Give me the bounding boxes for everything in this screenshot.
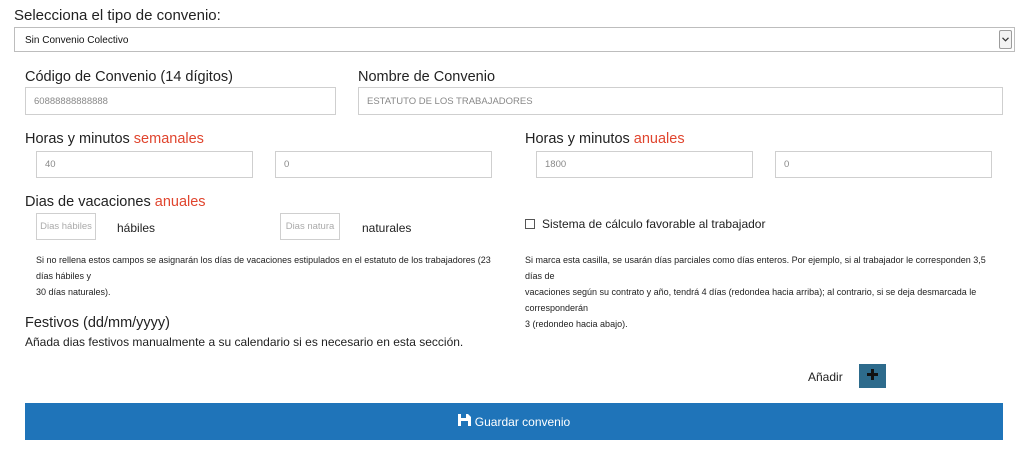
sistema-calculo-note-line-3: 3 (redondeo hacia abajo).	[525, 319, 628, 329]
chevron-down-icon[interactable]	[999, 30, 1012, 49]
horas-anuales-label: Horas y minutos anuales	[525, 131, 685, 147]
vacaciones-habiles-input[interactable]: Dias hábiles	[36, 213, 96, 240]
sistema-calculo-note: Si marca esta casilla, se usarán días pa…	[525, 252, 1005, 332]
plus-icon	[867, 367, 878, 385]
nombre-input[interactable]: ESTATUTO DE LOS TRABAJADORES	[358, 87, 1003, 115]
vacaciones-habiles-placeholder: Dias hábiles	[40, 221, 92, 232]
horas-anuales-label-prefix: Horas y minutos	[525, 131, 634, 147]
codigo-value: 60888888888888	[34, 95, 108, 107]
vacaciones-naturales-input[interactable]: Dias natura	[280, 213, 340, 240]
vacaciones-note: Si no rellena estos campos se asignarán …	[36, 252, 506, 300]
horas-anuales-hours-input[interactable]: 1800	[536, 151, 753, 178]
festivos-label: Festivos (dd/mm/yyyy)	[25, 315, 171, 331]
save-icon	[457, 414, 471, 429]
vacaciones-label: Dias de vacaciones anuales	[25, 194, 206, 210]
horas-anuales-minutes-value: 0	[784, 159, 790, 170]
vacaciones-naturales-placeholder: Dias natura	[285, 221, 335, 232]
save-convenio-button[interactable]: Guardar convenio	[25, 403, 1003, 440]
vacaciones-label-prefix: Dias de vacaciones	[25, 194, 155, 210]
horas-semanales-label-accent: semanales	[133, 131, 204, 147]
nombre-value: ESTATUTO DE LOS TRABAJADORES	[367, 95, 533, 107]
horas-semanales-minutes-value: 0	[284, 159, 290, 170]
horas-anuales-minutes-input[interactable]: 0	[775, 151, 992, 178]
vacaciones-naturales-label: naturales	[362, 221, 412, 235]
save-convenio-label: Guardar convenio	[474, 414, 571, 429]
codigo-label: Código de Convenio (14 dígitos)	[25, 69, 233, 85]
convenio-type-heading: Selecciona el tipo de convenio:	[14, 7, 221, 24]
sistema-calculo-checkbox[interactable]	[525, 219, 535, 229]
vacaciones-note-line-2: 30 días naturales).	[36, 287, 111, 297]
vacaciones-habiles-label: hábiles	[117, 221, 156, 235]
convenio-type-select[interactable]: Sin Convenio Colectivo	[14, 27, 1015, 52]
vacaciones-label-accent: anuales	[154, 194, 206, 210]
horas-semanales-minutes-input[interactable]: 0	[275, 151, 492, 178]
add-festivo-button[interactable]	[859, 364, 886, 388]
horas-semanales-label-prefix: Horas y minutos	[25, 131, 134, 147]
add-festivo-label: Añadir	[808, 370, 843, 384]
horas-semanales-hours-value: 40	[45, 159, 56, 170]
horas-anuales-hours-value: 1800	[545, 159, 567, 170]
festivos-description: Añada dias festivos manualmente a su cal…	[25, 335, 464, 349]
vacaciones-note-line-1: Si no rellena estos campos se asignarán …	[36, 255, 491, 281]
sistema-calculo-note-line-2: vacaciones según su contrato y año, tend…	[525, 287, 977, 313]
nombre-label: Nombre de Convenio	[358, 69, 496, 85]
sistema-calculo-note-line-1: Si marca esta casilla, se usarán días pa…	[525, 255, 986, 281]
sistema-calculo-label: Sistema de cálculo favorable al trabajad…	[542, 217, 766, 231]
codigo-input[interactable]: 60888888888888	[25, 87, 336, 115]
convenio-type-selected: Sin Convenio Colectivo	[25, 35, 129, 46]
horas-semanales-label: Horas y minutos semanales	[25, 131, 204, 147]
horas-anuales-label-accent: anuales	[633, 131, 685, 147]
horas-semanales-hours-input[interactable]: 40	[36, 151, 253, 178]
